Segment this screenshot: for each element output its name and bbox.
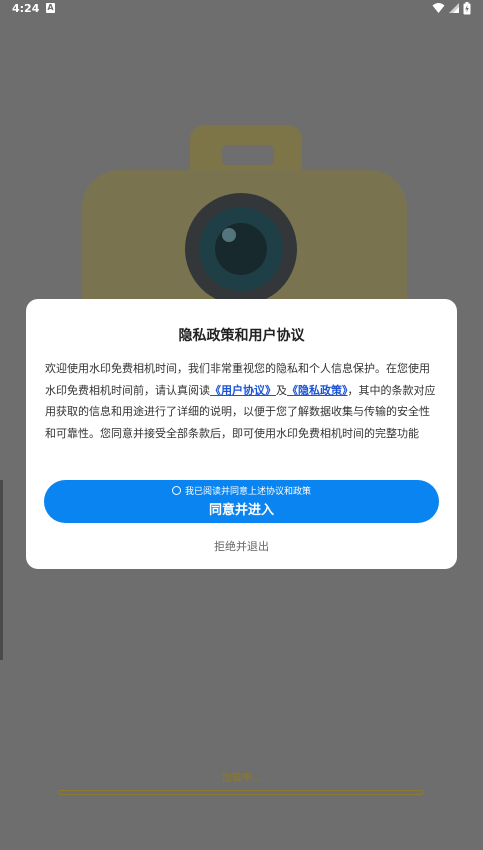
privacy-policy-link[interactable]: 《隐私政策》 (287, 384, 348, 397)
loading-progress-bar (58, 790, 424, 795)
agree-checkbox-label: 我已阅读并同意上述协议和政策 (184, 487, 311, 497)
checkbox-circle-icon[interactable] (171, 486, 181, 495)
body-text-and: 及 (276, 383, 287, 397)
battery-icon (463, 2, 471, 15)
user-agreement-link[interactable]: 《用户协议》 (210, 384, 276, 397)
status-time: 4:24 (12, 2, 40, 15)
notification-a-icon: A (46, 3, 55, 13)
status-bar: 4:24 A (0, 0, 483, 18)
app-screen: 4:24 A 加载中... 隐私政策和用户协议 欢迎使用水印免费相机时间，我们非… (0, 0, 483, 850)
dialog-body-text: 欢迎使用水印免费相机时间，我们非常重视您的隐私和个人信息保护。在您使用水印免费相… (45, 358, 438, 444)
reject-and-exit-button[interactable]: 拒绝并退出 (26, 538, 457, 554)
wifi-icon (432, 3, 445, 13)
signal-icon (448, 3, 459, 13)
agree-and-enter-button[interactable]: 我已阅读并同意上述协议和政策 同意并进入 (44, 480, 439, 523)
status-icons (432, 2, 471, 16)
dialog-title: 隐私政策和用户协议 (178, 328, 305, 344)
agree-button-label: 同意并进入 (208, 503, 274, 518)
background-edge (0, 480, 3, 660)
privacy-dialog: 隐私政策和用户协议 欢迎使用水印免费相机时间，我们非常重视您的隐私和个人信息保护… (26, 299, 457, 569)
loading-text: 加载中... (221, 773, 262, 784)
agree-checkbox-row[interactable]: 我已阅读并同意上述协议和政策 (44, 486, 439, 498)
